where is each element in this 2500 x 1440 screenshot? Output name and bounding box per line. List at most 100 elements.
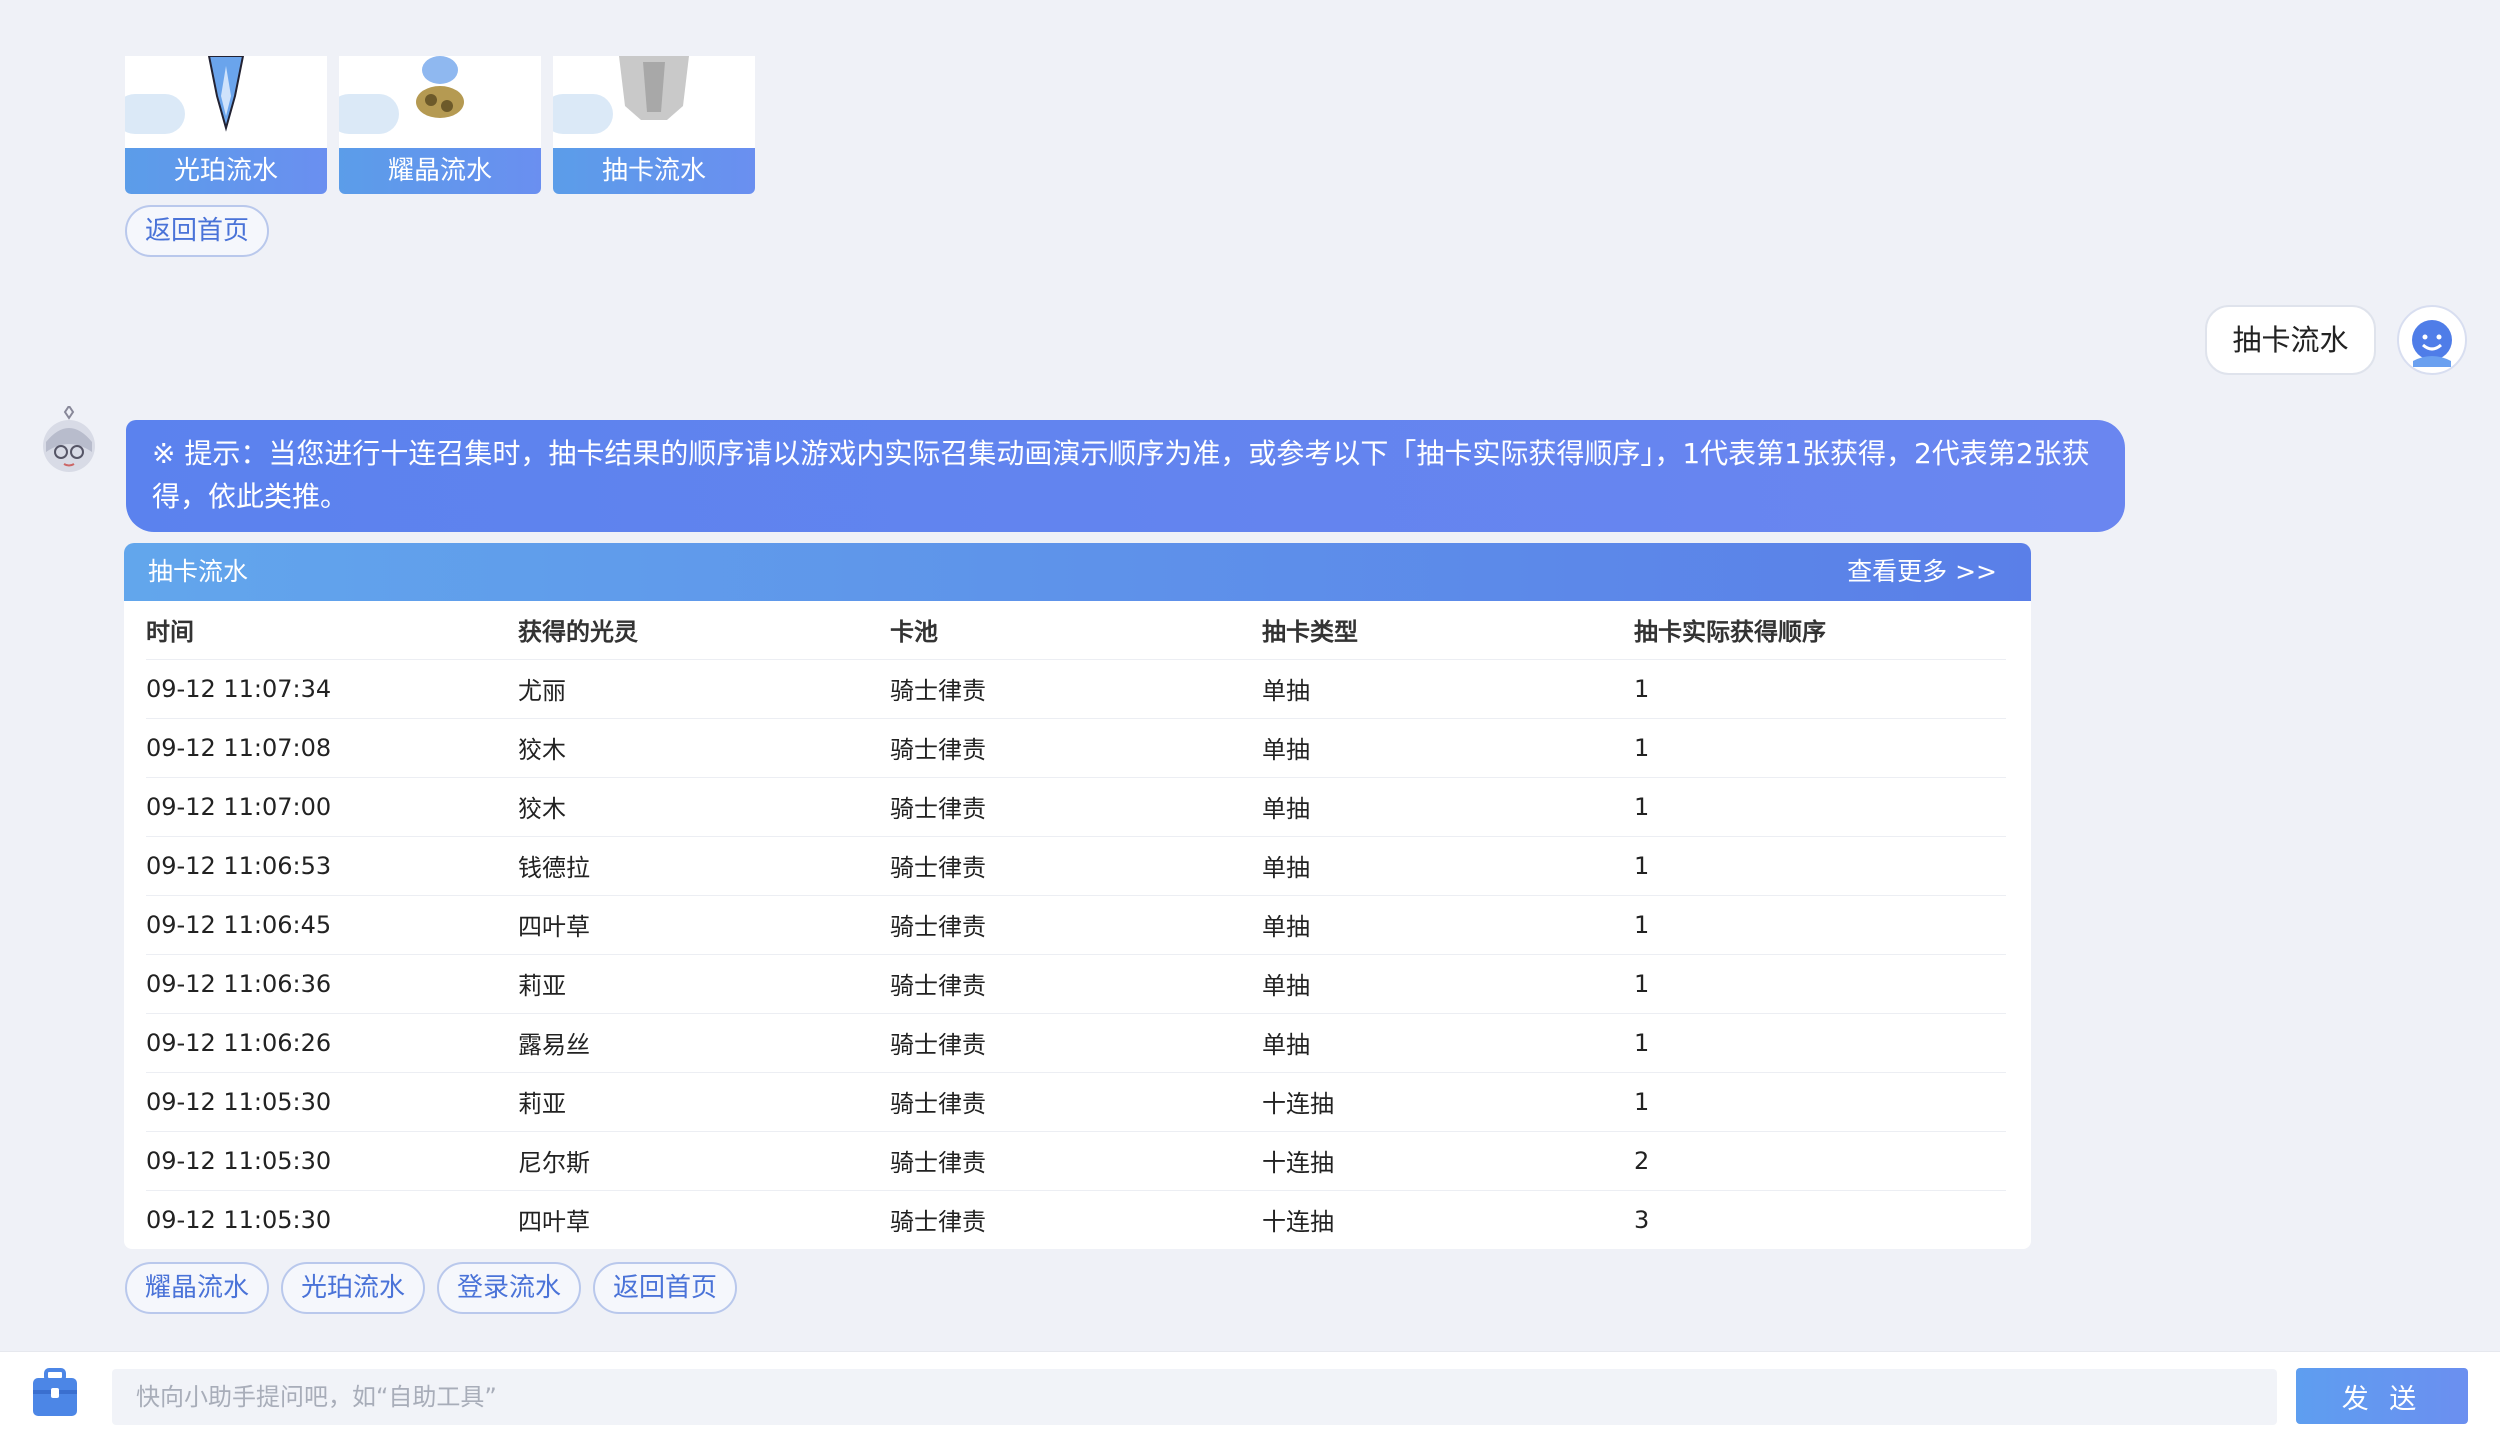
- table-cell: 单抽: [1262, 776, 1634, 836]
- table-cell: 骑士律责: [890, 835, 1262, 895]
- table-cell: 十连抽: [1262, 1071, 1634, 1131]
- armor-icon: [619, 56, 689, 120]
- column-header: 卡池: [890, 618, 938, 647]
- table-cell: 十连抽: [1262, 1130, 1634, 1190]
- table-cell: 单抽: [1262, 717, 1634, 777]
- question-input[interactable]: [112, 1369, 2277, 1425]
- blue-crystal-icon: [207, 56, 245, 132]
- tip-message-bubble: ※ 提示：当您进行十连召集时，抽卡结果的顺序请以游戏内实际召集动画演示顺序为准，…: [126, 420, 2125, 532]
- table-cell: 09-12 11:07:00: [146, 776, 518, 836]
- table-cell: 十连抽: [1262, 1189, 1634, 1249]
- home-button[interactable]: 返回首页: [125, 205, 270, 257]
- toolbox-icon[interactable]: [31, 1368, 79, 1418]
- card-art: [125, 56, 327, 148]
- gold-crystal-icon: [416, 56, 464, 118]
- table-row: 09-12 11:06:36 莉亚 骑士律责 单抽 1: [146, 953, 2006, 1013]
- table-cell: 单抽: [1262, 953, 1634, 1013]
- table-cell: 1: [1634, 717, 2006, 777]
- table-cell: 钱德拉: [518, 835, 890, 895]
- table-row: 09-12 11:05:30 四叶草 骑士律责 十连抽 3: [146, 1189, 2006, 1249]
- table-cell: 1: [1634, 894, 2006, 954]
- table-cell: 骑士律责: [890, 953, 1262, 1013]
- table-cell: 单抽: [1262, 894, 1634, 954]
- card-yaojing-flow[interactable]: 耀晶流水: [339, 56, 541, 194]
- card-label: 光珀流水: [125, 148, 327, 194]
- send-button[interactable]: 发 送: [2296, 1368, 2468, 1424]
- table-cell: 狡木: [518, 776, 890, 836]
- table-cell: 骑士律责: [890, 894, 1262, 954]
- gacha-flow-table-card: 抽卡流水 查看更多 >> 时间 获得的光灵 卡池 抽卡类型 抽卡实际获得顺序 0…: [124, 543, 2031, 1249]
- quick-action-guangpo-flow[interactable]: 光珀流水: [281, 1262, 426, 1314]
- table-cell: 骑士律责: [890, 658, 1262, 718]
- table-cell: 骑士律责: [890, 1012, 1262, 1072]
- table-cell: 骑士律责: [890, 1189, 1262, 1249]
- bot-avatar: [38, 404, 100, 478]
- table-cell: 单抽: [1262, 1012, 1634, 1072]
- input-bar: 发 送: [0, 1351, 2500, 1440]
- card-label: 耀晶流水: [339, 148, 541, 194]
- chat-page: 光珀流水 耀晶流水 抽卡流水 返回首页 抽卡流水 ※ 提示：当您进行十连召集时，…: [0, 0, 2500, 1440]
- table-cell: 1: [1634, 835, 2006, 895]
- table-cell: 骑士律责: [890, 1071, 1262, 1131]
- table-cell: 09-12 11:05:30: [146, 1189, 518, 1249]
- table-row: 09-12 11:07:00 狡木 骑士律责 单抽 1: [146, 776, 2006, 836]
- quick-action-yaojing-flow[interactable]: 耀晶流水: [125, 1262, 270, 1314]
- view-more-link[interactable]: 查看更多 >>: [1847, 543, 2007, 601]
- table-cell: 四叶草: [518, 894, 890, 954]
- quick-action-home[interactable]: 返回首页: [593, 1262, 738, 1314]
- table-cell: 单抽: [1262, 835, 1634, 895]
- card-gacha-flow[interactable]: 抽卡流水: [553, 56, 755, 194]
- table-cell: 1: [1634, 1012, 2006, 1072]
- card-art: [339, 56, 541, 148]
- table-cell: 莉亚: [518, 953, 890, 1013]
- table-cell: 09-12 11:07:08: [146, 717, 518, 777]
- user-avatar: [2397, 305, 2467, 375]
- table-cell: 09-12 11:06:36: [146, 953, 518, 1013]
- table-cell: 骑士律责: [890, 1130, 1262, 1190]
- table-header-row: 时间 获得的光灵 卡池 抽卡类型 抽卡实际获得顺序: [146, 601, 2006, 659]
- table-cell: 莉亚: [518, 1071, 890, 1131]
- card-guangpo-flow[interactable]: 光珀流水: [125, 56, 327, 194]
- quick-action-login-flow[interactable]: 登录流水: [437, 1262, 582, 1314]
- table-title: 抽卡流水: [148, 557, 249, 586]
- table-row: 09-12 11:06:45 四叶草 骑士律责 单抽 1: [146, 894, 2006, 954]
- table-cell: 1: [1634, 776, 2006, 836]
- gacha-flow-table: 时间 获得的光灵 卡池 抽卡类型 抽卡实际获得顺序 09-12 11:07:34…: [146, 601, 2006, 1249]
- table-row: 09-12 11:07:08 狡木 骑士律责 单抽 1: [146, 717, 2006, 777]
- table-cell: 尤丽: [518, 658, 890, 718]
- table-row: 09-12 11:05:30 莉亚 骑士律责 十连抽 1: [146, 1071, 2006, 1131]
- table-cell: 09-12 11:05:30: [146, 1071, 518, 1131]
- table-row: 09-12 11:06:53 钱德拉 骑士律责 单抽 1: [146, 835, 2006, 895]
- card-label: 抽卡流水: [553, 148, 755, 194]
- table-cell: 1: [1634, 953, 2006, 1013]
- table-cell: 1: [1634, 1071, 2006, 1131]
- table-cell: 单抽: [1262, 658, 1634, 718]
- table-cell: 尼尔斯: [518, 1130, 890, 1190]
- column-header: 抽卡实际获得顺序: [1634, 618, 1826, 647]
- quick-actions: 耀晶流水 光珀流水 登录流水 返回首页: [125, 1262, 738, 1314]
- table-cell: 09-12 11:06:26: [146, 1012, 518, 1072]
- table-row: 09-12 11:05:30 尼尔斯 骑士律责 十连抽 2: [146, 1130, 2006, 1190]
- table-row: 09-12 11:07:34 尤丽 骑士律责 单抽 1: [146, 658, 2006, 718]
- table-cell: 09-12 11:05:30: [146, 1130, 518, 1190]
- user-message-bubble: 抽卡流水: [2205, 305, 2376, 375]
- table-cell: 3: [1634, 1189, 2006, 1249]
- table-cell: 09-12 11:06:45: [146, 894, 518, 954]
- table-row: 09-12 11:06:26 露易丝 骑士律责 单抽 1: [146, 1012, 2006, 1072]
- table-cell: 四叶草: [518, 1189, 890, 1249]
- table-cell: 露易丝: [518, 1012, 890, 1072]
- card-art: [553, 56, 755, 148]
- column-header: 抽卡类型: [1262, 618, 1358, 647]
- column-header: 获得的光灵: [518, 618, 638, 647]
- table-header-bar: 抽卡流水 查看更多 >>: [124, 543, 2031, 601]
- bot-avatar-icon: [43, 404, 95, 472]
- table-cell: 骑士律责: [890, 717, 1262, 777]
- column-header: 时间: [146, 618, 194, 647]
- table-cell: 1: [1634, 658, 2006, 718]
- table-cell: 狡木: [518, 717, 890, 777]
- table-cell: 09-12 11:07:34: [146, 658, 518, 718]
- table-cell: 骑士律责: [890, 776, 1262, 836]
- user-avatar-icon: [2412, 320, 2452, 367]
- table-cell: 2: [1634, 1130, 2006, 1190]
- table-cell: 09-12 11:06:53: [146, 835, 518, 895]
